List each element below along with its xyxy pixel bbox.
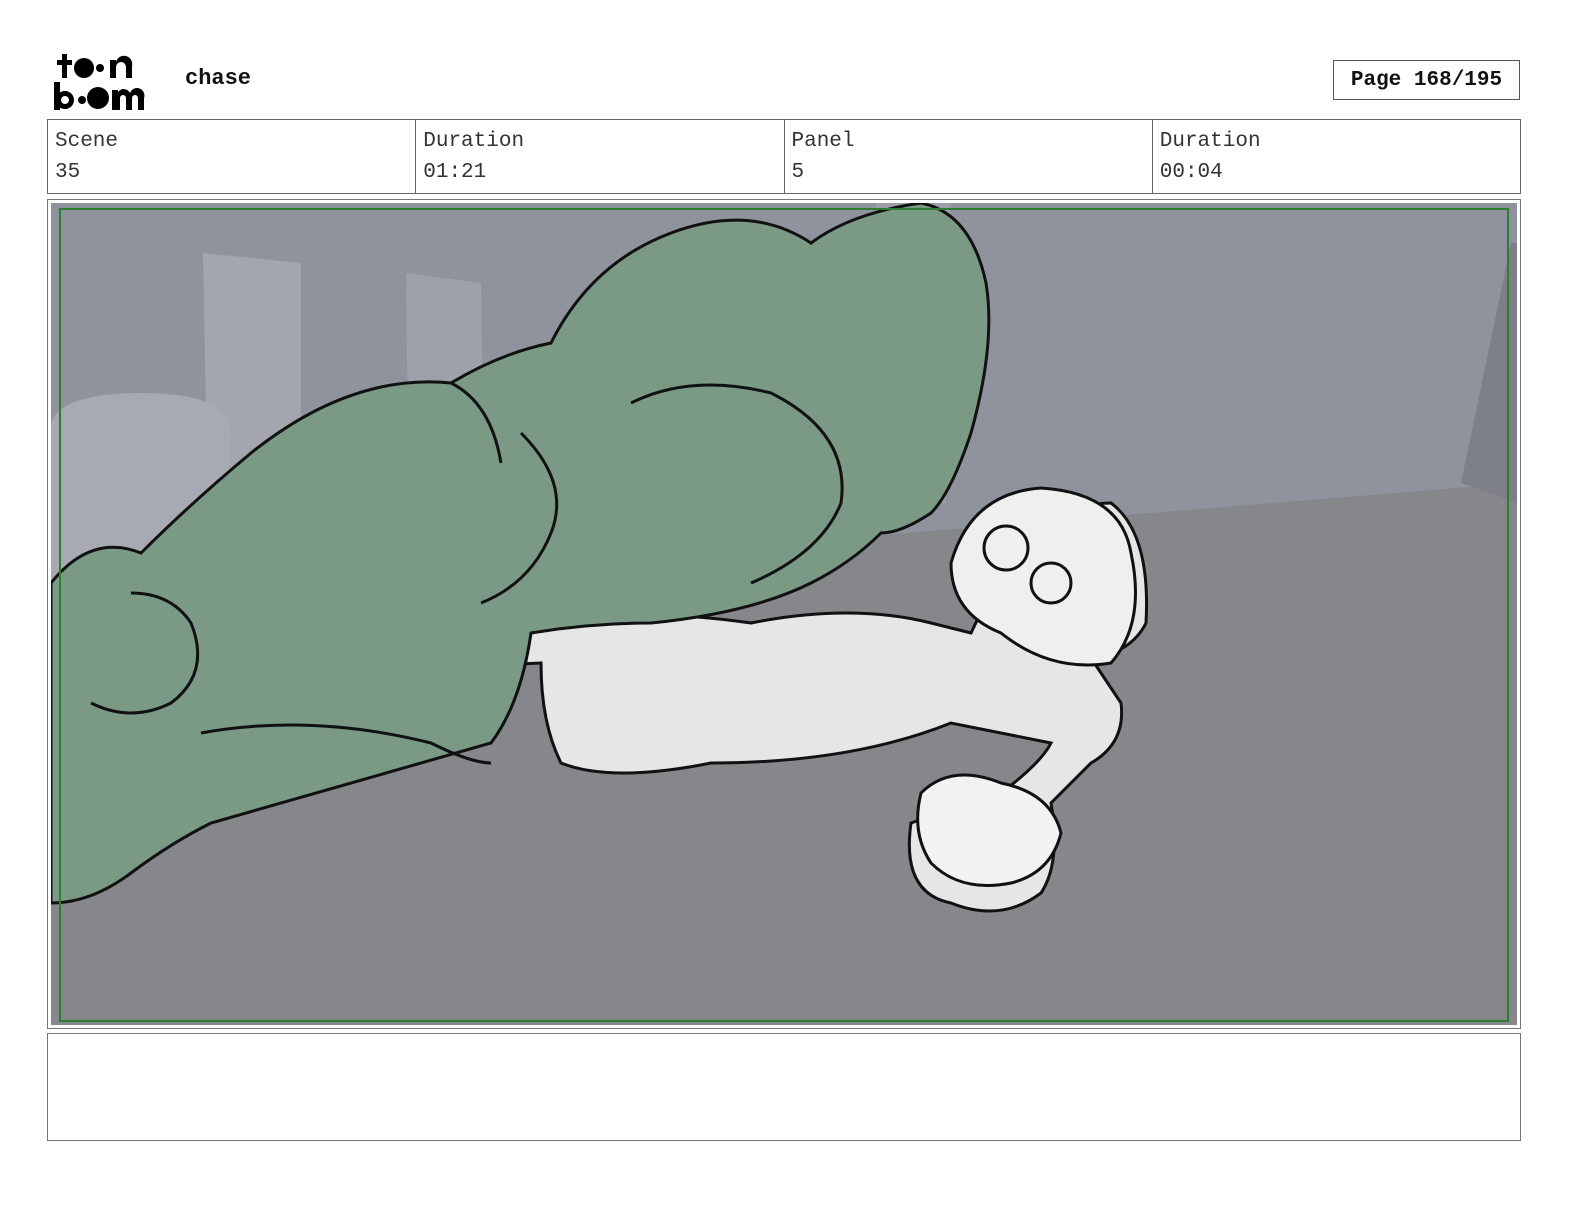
scene-value: 35	[55, 161, 81, 184]
panel-label: Panel	[791, 130, 855, 153]
scene-label: Scene	[55, 130, 119, 153]
panel-duration-cell: Duration 00:04	[1153, 120, 1520, 193]
page-indicator: Page 168/195	[1333, 60, 1520, 100]
scene-duration-label: Duration	[423, 130, 525, 153]
panel-image-frame	[47, 199, 1521, 1029]
project-title: chase	[185, 66, 252, 91]
scene-duration-cell: Duration 01:21	[416, 120, 785, 193]
panel-duration-value: 00:04	[1159, 161, 1223, 184]
toon-boom-logo	[52, 52, 164, 112]
panel-duration-label: Duration	[1159, 130, 1261, 153]
scene-duration-value: 01:21	[423, 161, 487, 184]
panel-value: 5	[791, 161, 805, 184]
scene-info-table: Scene 35 Duration 01:21 Panel 5 Duration…	[47, 119, 1521, 194]
scene-cell: Scene 35	[48, 120, 417, 193]
panel-cell: Panel 5	[785, 120, 1153, 193]
toon-boom-logo-icon	[54, 54, 145, 110]
panel-notes-box[interactable]	[47, 1033, 1521, 1141]
storyboard-panel-drawing	[51, 203, 1517, 1025]
